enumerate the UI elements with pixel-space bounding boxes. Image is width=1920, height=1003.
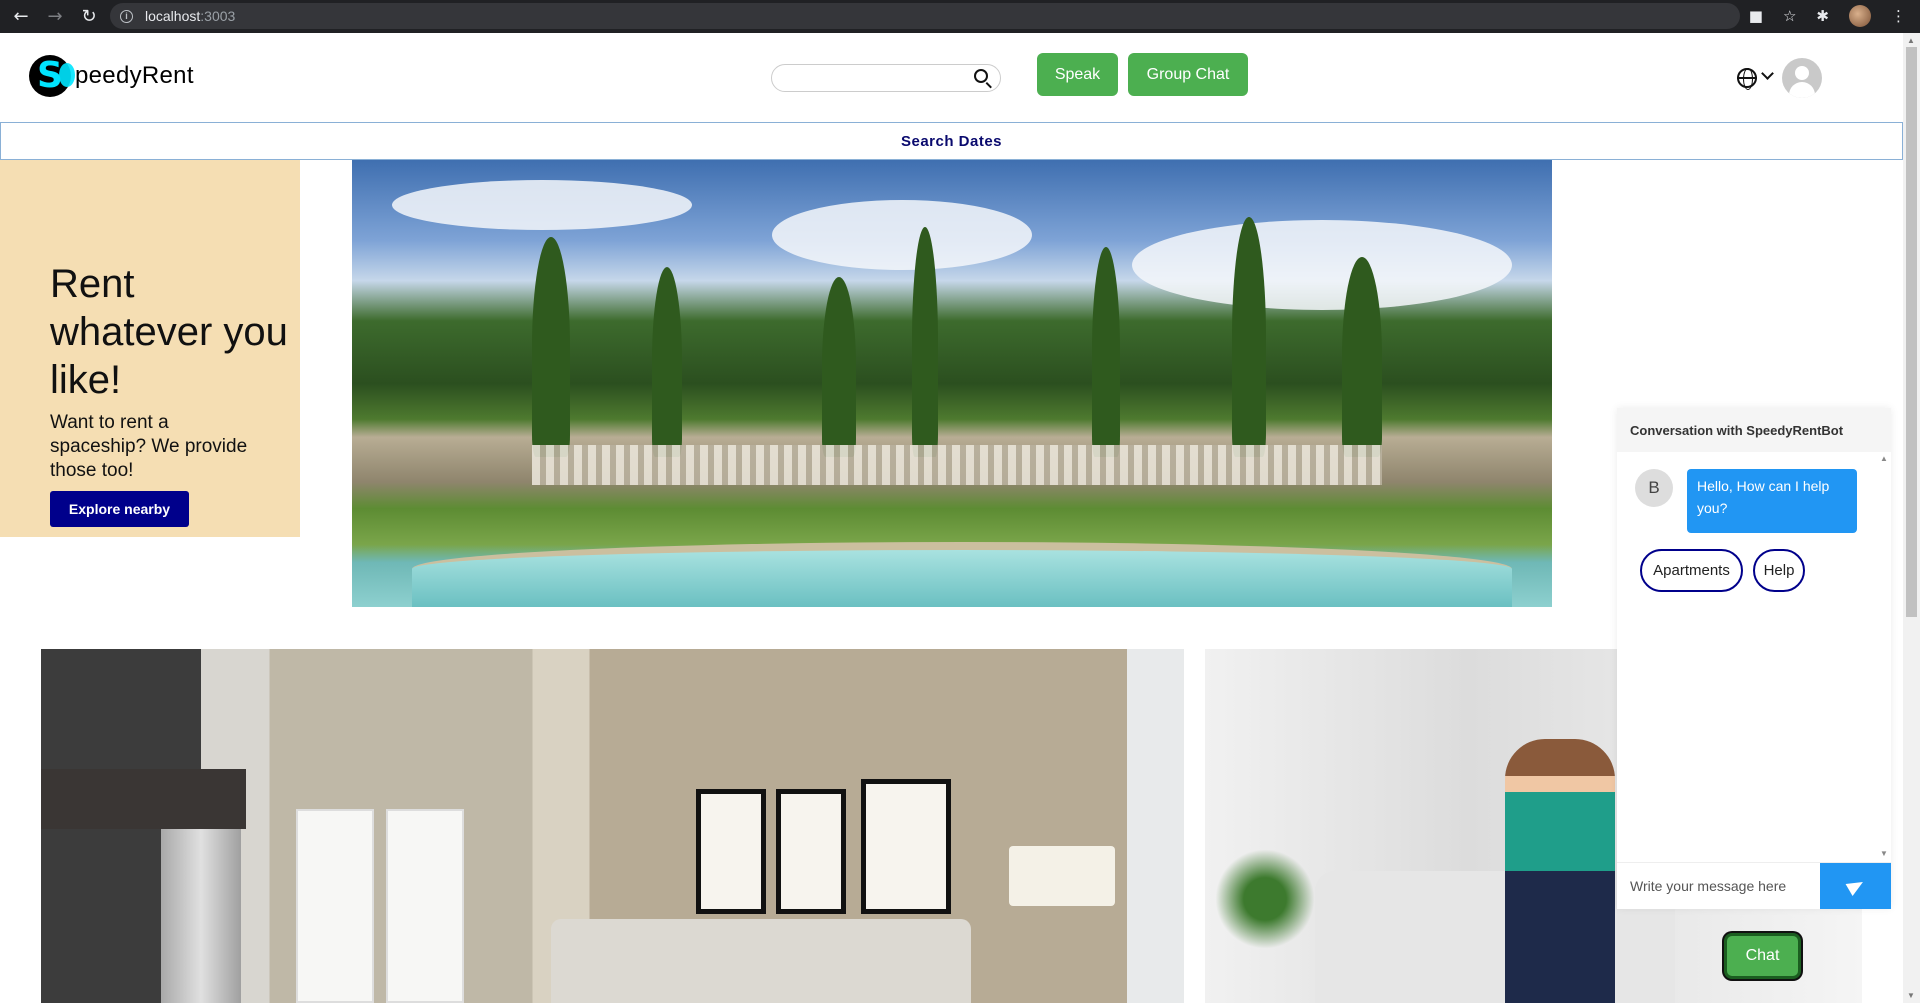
promo-panel: Rent whatever you like! Want to rent a s… (0, 160, 300, 537)
send-icon (1845, 875, 1866, 897)
promo-subtitle: Want to rent a spaceship? We provide tho… (50, 412, 248, 481)
menu-icon[interactable]: ⋮ (1891, 7, 1906, 25)
back-arrow-icon[interactable]: ← (8, 6, 34, 27)
bot-avatar: B (1635, 469, 1673, 507)
search-dates-button[interactable]: Search Dates (0, 122, 1903, 160)
chat-messages: B Hello, How can I help you? Apartments … (1617, 452, 1891, 862)
browser-toolbar: ← → ↻ i localhost:3003 ■ ☆ ✱ ⋮ (0, 0, 1920, 33)
chat-footer (1617, 862, 1891, 909)
chat-scrollbar[interactable]: ▲ ▼ (1877, 452, 1891, 862)
page-scrollbar[interactable]: ▲ ▼ (1903, 33, 1920, 1003)
extensions-icon[interactable]: ✱ (1816, 7, 1829, 25)
address-bar[interactable]: i localhost:3003 (110, 3, 1740, 29)
logo-text: peedyRent (75, 62, 194, 89)
quick-reply-help[interactable]: Help (1753, 549, 1805, 592)
chat-toggle-button[interactable]: Chat (1724, 933, 1801, 979)
forward-arrow-icon[interactable]: → (42, 6, 68, 27)
star-icon[interactable]: ☆ (1783, 7, 1796, 25)
site-header: S peedyRent Speak Group Chat (0, 33, 1903, 121)
camera-off-icon[interactable]: ■ (1749, 7, 1763, 25)
search-input[interactable] (771, 64, 1001, 92)
chevron-down-icon[interactable] (1761, 67, 1774, 80)
chat-message-input[interactable] (1617, 863, 1820, 909)
info-icon[interactable]: i (120, 9, 133, 23)
url-port: :3003 (200, 8, 236, 24)
url-host: localhost (145, 8, 201, 24)
send-button[interactable] (1820, 863, 1891, 909)
group-chat-button[interactable]: Group Chat (1128, 53, 1248, 96)
explore-nearby-button[interactable]: Explore nearby (50, 491, 189, 527)
bot-message: Hello, How can I help you? (1687, 469, 1857, 533)
reload-icon[interactable]: ↻ (76, 6, 102, 27)
hero-image (352, 160, 1552, 607)
user-avatar-icon[interactable] (1782, 58, 1822, 98)
chat-header: Conversation with SpeedyRentBot (1617, 408, 1891, 452)
logo-icon: S (29, 55, 75, 97)
listing-card-apartment[interactable] (41, 649, 1184, 1003)
promo-title: Rent whatever you like! (50, 262, 288, 402)
speak-button[interactable]: Speak (1037, 53, 1118, 96)
profile-avatar[interactable] (1849, 5, 1871, 27)
search-icon[interactable] (974, 69, 988, 83)
globe-icon[interactable] (1737, 68, 1757, 90)
logo[interactable]: S peedyRent (29, 55, 194, 97)
chat-widget: Conversation with SpeedyRentBot B Hello,… (1617, 408, 1891, 909)
quick-reply-apartments[interactable]: Apartments (1640, 549, 1743, 592)
